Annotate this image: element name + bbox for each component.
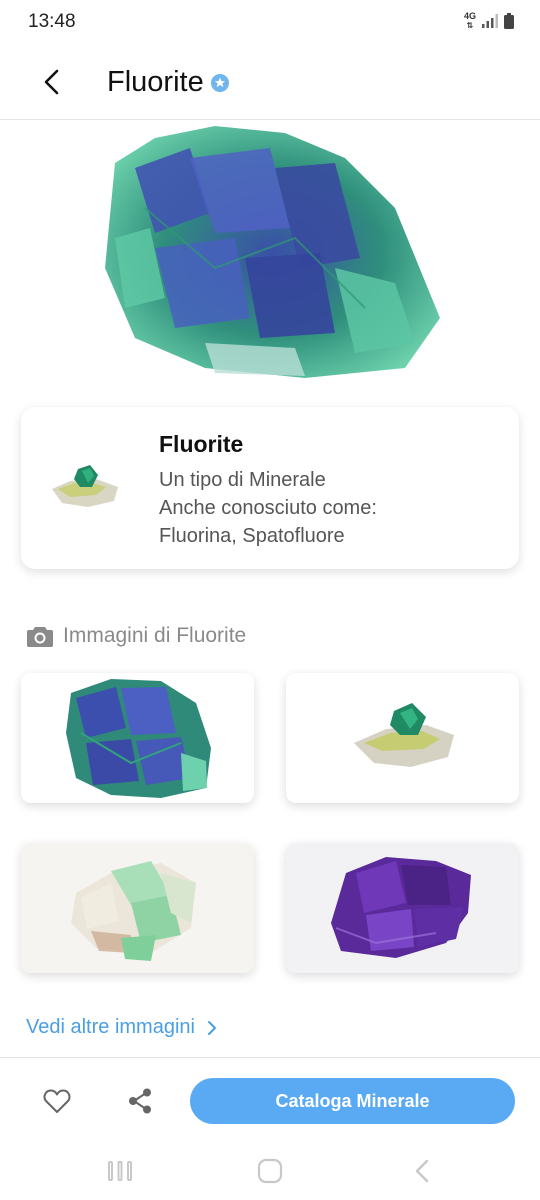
mineral-info-text: Fluorite Un tipo di Minerale Anche conos… [159,431,499,550]
system-back-button[interactable] [407,1157,437,1185]
data-arrows-icon: 4G ⇅ [463,11,476,31]
status-bar: 13:48 4G ⇅ [0,0,540,44]
gallery-image-1[interactable] [21,673,254,803]
battery-icon [504,13,514,29]
chevron-right-icon [207,1020,216,1035]
aka-values: Fluorina, Spatofluore [159,525,345,547]
app-header: Fluorite [0,44,540,120]
system-navigation-bar [0,1143,540,1200]
signal-icon [482,14,498,28]
home-icon [257,1158,283,1184]
home-button[interactable] [255,1157,285,1185]
mineral-thumbnail [52,465,118,507]
bottom-action-bar: Cataloga Minerale [0,1057,540,1143]
verified-star-badge-icon [211,74,229,92]
network-type: 4G [463,11,476,21]
back-button[interactable] [32,62,72,102]
share-icon [129,1088,151,1114]
mineral-type: Un tipo di Minerale [159,469,326,491]
images-section-header: Immagini di Fluorite [27,624,246,648]
favorite-button[interactable] [40,1084,74,1118]
heart-icon [43,1089,71,1113]
gallery-image-2[interactable] [286,673,519,803]
mineral-info-card: Fluorite Un tipo di Minerale Anche conos… [21,407,519,569]
see-more-images-link[interactable]: Vedi altre immagini [26,1016,217,1039]
images-section-title: Immagini di Fluorite [63,624,247,647]
page-title: Fluorite [107,66,204,98]
catalog-mineral-button[interactable]: Cataloga Minerale [190,1078,515,1124]
status-time: 13:48 [28,11,76,32]
recent-apps-icon [108,1161,132,1181]
recent-apps-button[interactable] [105,1157,135,1185]
hero-mineral-image [95,118,445,383]
mineral-name: Fluorite [159,431,244,457]
gallery-image-3[interactable] [21,843,254,973]
see-more-label: Vedi altre immagini [26,1016,195,1038]
status-icons: 4G ⇅ [464,12,514,30]
chevron-left-icon [44,69,59,95]
aka-label: Anche conosciuto come: [159,497,377,519]
camera-icon [27,627,53,647]
gallery-image-4[interactable] [286,843,519,973]
back-icon [415,1159,429,1183]
share-button[interactable] [123,1084,157,1118]
